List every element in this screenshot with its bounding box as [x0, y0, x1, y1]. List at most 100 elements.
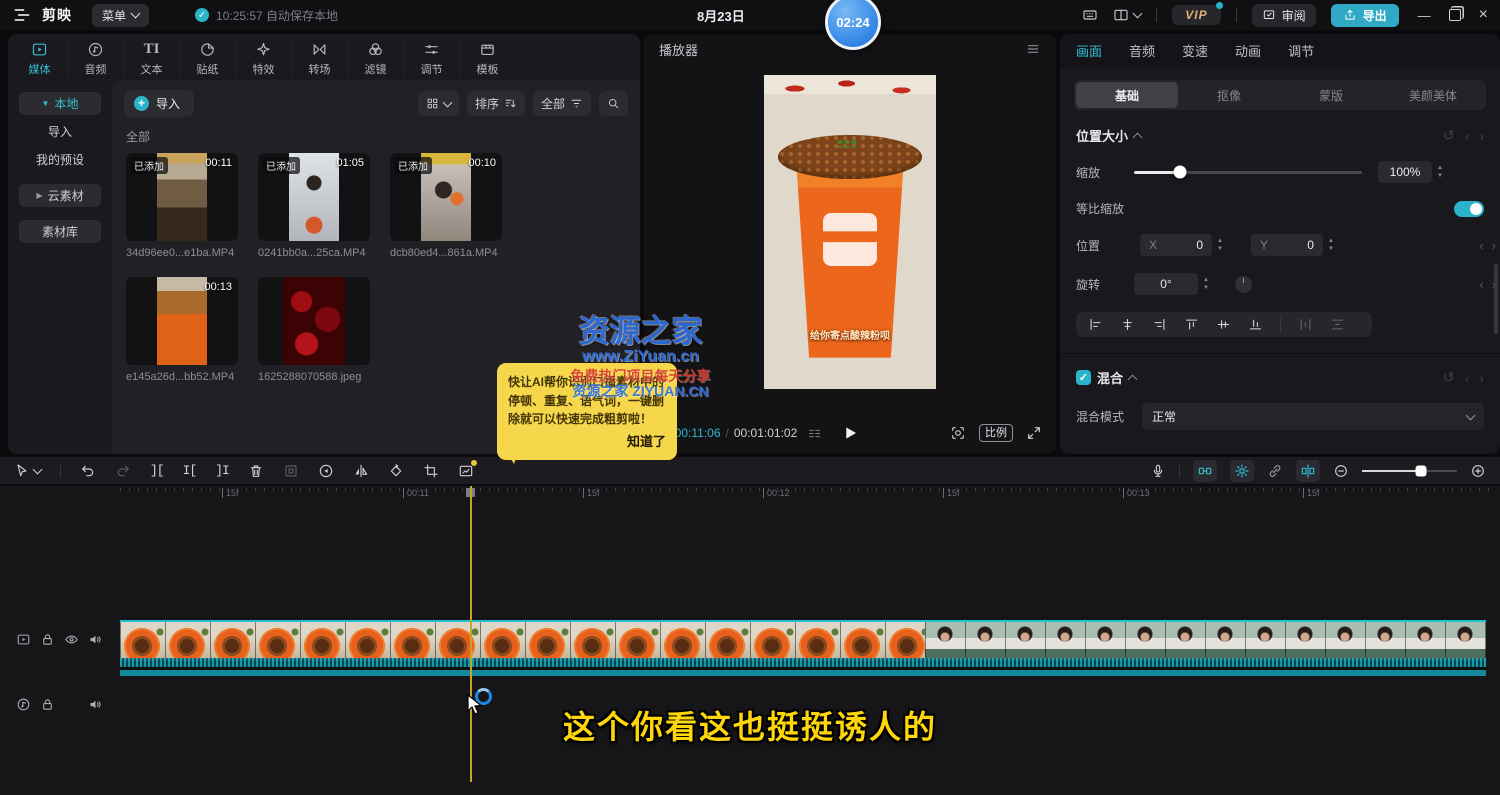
timeline-ruler[interactable]	[120, 486, 1492, 502]
media-item[interactable]: 已添加 00:10 dcb80ed4...861a.MP4	[390, 153, 502, 259]
video-preview[interactable]: 给你寄点酸辣粉呗	[764, 75, 936, 389]
tab-audio[interactable]: 音频	[67, 41, 123, 77]
import-button[interactable]: + 导入	[124, 90, 194, 117]
smart-clip-button[interactable]	[458, 463, 474, 479]
crop-icon[interactable]	[423, 463, 439, 479]
reset-icon[interactable]: ↺	[1443, 127, 1455, 144]
ratio-button[interactable]: 比例	[979, 424, 1013, 442]
search-button[interactable]	[599, 91, 628, 116]
zoom-in-icon[interactable]	[1470, 463, 1486, 479]
reset-icon[interactable]: ↺	[1443, 369, 1455, 386]
undo-icon[interactable]	[80, 463, 96, 479]
view-mode-button[interactable]	[418, 91, 459, 116]
position-y-input[interactable]: Y 0	[1251, 234, 1323, 256]
blend-mode-select[interactable]: 正常	[1142, 403, 1484, 430]
sidebar-item-local[interactable]: ▼ 本地	[19, 92, 101, 115]
layout-switch-button[interactable]	[1113, 7, 1141, 23]
close-button[interactable]: ×	[1479, 6, 1488, 24]
zoom-out-icon[interactable]	[1333, 463, 1349, 479]
distribute-horizontal-icon[interactable]	[1298, 317, 1313, 332]
menu-button[interactable]: 菜单	[92, 4, 149, 27]
link-icon[interactable]	[1267, 463, 1283, 479]
play-button[interactable]	[841, 424, 859, 442]
keyframe-prev-icon[interactable]: ‹	[1465, 370, 1470, 386]
timeline-zoom-slider[interactable]	[1362, 470, 1457, 472]
split-icon[interactable]: ][	[150, 463, 164, 478]
rotation-stepper[interactable]: ▲▼	[1203, 277, 1209, 291]
tab-speed[interactable]: 变速	[1182, 41, 1208, 60]
tab-adjust[interactable]: 调节	[403, 41, 459, 77]
scale-value[interactable]: 100%	[1378, 161, 1432, 183]
subtab-basic[interactable]: 基础	[1076, 82, 1178, 108]
align-right-icon[interactable]	[1152, 317, 1167, 332]
tab-templates[interactable]: 模板	[459, 41, 515, 77]
tab-effects[interactable]: 特效	[235, 41, 291, 77]
reverse-play-icon[interactable]	[318, 463, 334, 479]
tab-picture[interactable]: 画面	[1076, 41, 1102, 60]
tab-adjust-settings[interactable]: 调节	[1288, 41, 1314, 60]
sort-button[interactable]: 排序	[467, 91, 525, 116]
review-button[interactable]: 审阅	[1252, 4, 1316, 27]
uniform-scale-toggle[interactable]	[1454, 201, 1484, 217]
vip-button[interactable]: VIP	[1172, 5, 1220, 25]
mirror-icon[interactable]	[353, 463, 369, 479]
redo-icon[interactable]	[115, 463, 131, 479]
fullscreen-icon[interactable]	[1026, 425, 1042, 441]
got-it-button[interactable]: 知道了	[508, 432, 666, 452]
align-left-icon[interactable]	[1088, 317, 1103, 332]
keyframe-prev-icon[interactable]: ‹	[1465, 128, 1470, 144]
sidebar-item-presets[interactable]: 我的预设	[19, 148, 101, 171]
video-clip[interactable]	[120, 620, 1486, 676]
restore-button[interactable]	[1449, 9, 1461, 21]
tab-audio-settings[interactable]: 音频	[1129, 41, 1155, 60]
keyframe-next-icon[interactable]: ›	[1479, 128, 1484, 144]
tab-sticker[interactable]: 贴纸	[179, 41, 235, 77]
position-x-input[interactable]: X 0	[1140, 234, 1212, 256]
sidebar-item-cloud[interactable]: ▶ 云素材	[19, 184, 101, 207]
filter-button[interactable]: 全部	[533, 91, 591, 116]
x-stepper[interactable]: ▲▼	[1217, 238, 1223, 252]
keyframe-next-icon[interactable]: ›	[1479, 370, 1484, 386]
select-tool-button[interactable]	[14, 463, 41, 479]
sidebar-item-stock[interactable]: 素材库	[19, 220, 101, 243]
scale-stepper[interactable]: ▲▼	[1437, 165, 1443, 179]
auto-snap-button[interactable]	[1193, 460, 1217, 482]
trim-left-icon[interactable]: I[	[183, 463, 197, 478]
trim-right-icon[interactable]: ]I	[215, 463, 229, 478]
export-button[interactable]: 导出	[1331, 4, 1399, 27]
zoom-slider-knob[interactable]	[1415, 465, 1426, 476]
align-top-icon[interactable]	[1184, 317, 1199, 332]
timeline[interactable]: 15f 00:11 15f 00:12 15f 00:13 15f	[0, 486, 1500, 795]
rotation-dial[interactable]	[1235, 276, 1252, 293]
rotate-icon[interactable]	[388, 463, 404, 479]
align-middle-vertical-icon[interactable]	[1216, 317, 1231, 332]
freeze-frame-icon[interactable]	[283, 463, 299, 479]
player-menu-icon[interactable]	[1025, 41, 1041, 57]
y-stepper[interactable]: ▲▼	[1328, 238, 1334, 252]
media-item[interactable]: 00:13 e145a26d...bb52.MP4	[126, 277, 238, 383]
position-size-section-header[interactable]: 位置大小 ↺ ‹ ›	[1076, 126, 1484, 145]
media-item[interactable]: 已添加 01:05 0241bb0a...25ca.MP4	[258, 153, 370, 259]
tab-filters[interactable]: 滤镜	[347, 41, 403, 77]
shortcut-keys-icon[interactable]	[1082, 7, 1098, 23]
align-center-horizontal-icon[interactable]	[1120, 317, 1135, 332]
scale-slider[interactable]	[1134, 171, 1362, 174]
blend-checkbox[interactable]: ✓	[1076, 370, 1091, 385]
lock-icon[interactable]	[40, 632, 55, 647]
subtab-mask[interactable]: 蒙版	[1280, 82, 1382, 108]
distribute-vertical-icon[interactable]	[1330, 317, 1345, 332]
tab-animation[interactable]: 动画	[1235, 41, 1261, 60]
preview-quality-icon[interactable]	[950, 425, 966, 441]
preview-axis-button[interactable]	[1296, 460, 1320, 482]
media-item[interactable]: 1625288070588.jpeg	[258, 277, 370, 383]
subtab-beauty[interactable]: 美颜美体	[1382, 82, 1484, 108]
scrollbar[interactable]	[1494, 264, 1498, 334]
rotation-value[interactable]: 0°	[1134, 273, 1198, 295]
linkage-button[interactable]	[1230, 460, 1254, 482]
record-voiceover-icon[interactable]	[1150, 463, 1166, 479]
eye-icon[interactable]	[64, 632, 79, 647]
tab-media[interactable]: 媒体	[12, 41, 67, 77]
speaker-icon[interactable]	[88, 632, 103, 647]
tab-transitions[interactable]: 转场	[291, 41, 347, 77]
quality-icon[interactable]	[807, 426, 822, 441]
